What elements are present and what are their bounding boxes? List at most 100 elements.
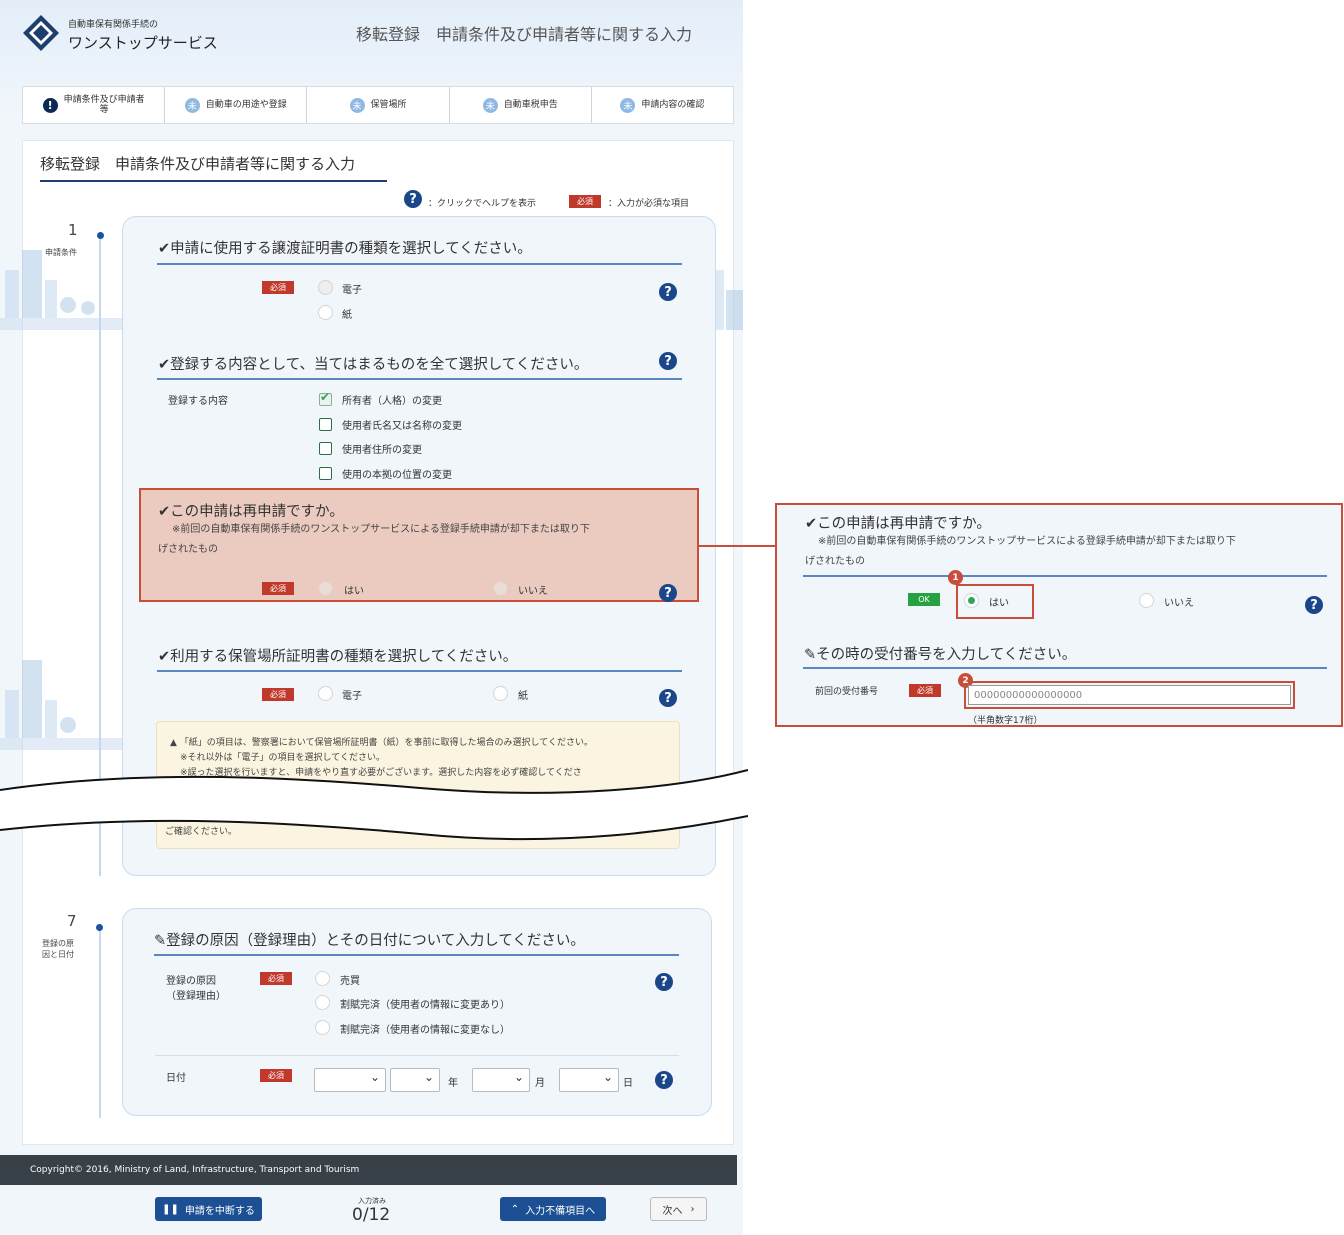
logo-icon — [23, 15, 59, 51]
edit-icon: ✎ — [804, 647, 817, 663]
help-icon[interactable]: ? — [655, 1071, 673, 1089]
required-badge: 必須 — [260, 972, 292, 985]
radio-label: はい — [989, 598, 1009, 609]
question-reapplication: ✔この申請は再申請ですか。 — [158, 504, 344, 520]
day-unit: 日 — [623, 1078, 633, 1089]
required-badge: 必須 — [262, 582, 294, 595]
month-select[interactable] — [472, 1068, 530, 1092]
checkbox-label: 使用者氏名又は名称の変更 — [342, 421, 462, 432]
checkbox-user-address-change[interactable] — [319, 442, 332, 455]
required-badge: 必須 — [260, 1069, 292, 1082]
section-number: 7 — [67, 912, 77, 930]
required-badge: 必須 — [909, 684, 941, 697]
callout-note: げされたもの — [805, 556, 865, 567]
help-icon[interactable]: ? — [655, 973, 673, 991]
previous-receipt-number-input[interactable]: 00000000000000000 — [968, 685, 1291, 705]
required-badge: 必須 — [262, 688, 294, 701]
radio-label: 売買 — [340, 976, 360, 987]
panel-title-underline — [40, 180, 387, 182]
question-underline — [157, 378, 682, 380]
progress-count: 0/12 — [352, 1205, 391, 1225]
section-number: 1 — [68, 221, 78, 239]
callout-question-2: ✎その時の受付番号を入力してください。 — [804, 647, 1077, 663]
question-note: ※前回の自動車保有関係手続のワンストップサービスによる登録手続申請が却下または取… — [172, 524, 590, 535]
copyright: Copyright© 2016, Ministry of Land, Infra… — [30, 1165, 360, 1175]
question-underline — [803, 667, 1327, 669]
radio-paper[interactable] — [318, 305, 333, 320]
logo-text-small: 自動車保有関係手続の — [68, 20, 159, 30]
radio-yes[interactable] — [318, 581, 333, 596]
help-icon[interactable]: ? — [659, 689, 677, 707]
checkbox-owner-change[interactable] — [319, 390, 332, 406]
checkbox-base-location-change[interactable] — [319, 467, 332, 480]
day-select[interactable] — [559, 1068, 619, 1092]
callout-note: ※前回の自動車保有関係手続のワンストップサービスによる登録手続申請が却下または取… — [818, 536, 1236, 547]
year-unit: 年 — [448, 1078, 458, 1089]
next-button[interactable]: 次へ › — [650, 1197, 707, 1221]
ok-badge: OK — [908, 593, 940, 606]
field-label: 登録の原因 — [166, 976, 216, 987]
radio-installment-unchanged[interactable] — [315, 1020, 330, 1035]
timeline-dot — [96, 924, 103, 931]
question-underline — [803, 575, 1327, 577]
radio-no[interactable] — [1139, 593, 1154, 608]
help-icon[interactable]: ? — [659, 584, 677, 602]
step-badge: 未 — [349, 97, 365, 113]
checkbox-user-name-change[interactable] — [319, 418, 332, 431]
radio-sale[interactable] — [315, 971, 330, 986]
field-label: 日付 — [166, 1073, 186, 1084]
checkbox-label: 使用者住所の変更 — [342, 445, 422, 456]
step-confirm[interactable]: 未申請内容の確認 — [592, 87, 733, 123]
chevron-up-icon: ⌃ — [510, 1203, 520, 1215]
header-title: 移転登録 申請条件及び申請者等に関する入力 — [356, 25, 693, 44]
checkbox-label: 所有者（人格）の変更 — [342, 396, 442, 407]
callout-connector — [699, 545, 775, 547]
section-label: 申請条件 — [45, 248, 77, 257]
question-parking-certificate: ✔利用する保管場所証明書の種類を選択してください。 — [158, 649, 518, 665]
callout-question: ✔この申請は再申請ですか。 — [805, 516, 991, 532]
required-badge: 必須 — [262, 281, 294, 294]
legend-help-text: ：クリックでヘルプを表示 — [428, 199, 537, 209]
step-label: 申請条件及び申請者等 — [63, 95, 145, 115]
help-icon[interactable]: ? — [659, 352, 677, 370]
question-certificate-type: ✔申請に使用する譲渡証明書の種類を選択してください。 — [158, 241, 532, 257]
radio-paper[interactable] — [493, 686, 508, 701]
radio-label: 紙 — [342, 310, 352, 321]
step-tax[interactable]: 未自動車税申告 — [450, 87, 592, 123]
help-icon[interactable]: ? — [1305, 596, 1323, 614]
era-select[interactable] — [314, 1068, 386, 1092]
question-registration-content: ✔登録する内容として、当てはまるものを全て選択してください。 — [158, 357, 589, 373]
section-label: 登録の原 因と日付 — [42, 939, 74, 959]
question-registration-reason: ✎登録の原因（登録理由）とその日付について入力してください。 — [154, 933, 585, 949]
step-vehicle-use[interactable]: 未自動車の用途や登録 — [165, 87, 308, 123]
chevron-right-icon: › — [690, 1203, 695, 1215]
timeline-dot — [97, 232, 104, 239]
field-label: 登録する内容 — [168, 396, 228, 407]
step-label: 保管場所 — [370, 100, 407, 110]
help-icon: ? — [404, 190, 422, 208]
field-label: 前回の受付番号 — [815, 687, 879, 697]
radio-label: 電子 — [342, 691, 362, 702]
radio-yes-selected[interactable] — [964, 593, 979, 608]
radio-installment-changed[interactable] — [315, 995, 330, 1010]
month-unit: 月 — [535, 1078, 545, 1089]
year-select[interactable] — [390, 1068, 440, 1092]
radio-electronic[interactable] — [318, 686, 333, 701]
warning-text: ※それ以外は「電子」の項目を選択してください。 — [180, 753, 386, 763]
cityscape-illustration — [0, 660, 130, 750]
suspend-button[interactable]: ❚❚ 申請を中断する — [155, 1197, 262, 1221]
edit-icon: ✎ — [154, 933, 167, 949]
radio-no[interactable] — [493, 581, 508, 596]
radio-electronic[interactable] — [318, 280, 333, 295]
radio-label: 割賦完済（使用者の情報に変更なし） — [340, 1025, 510, 1036]
step-label: 申請内容の確認 — [641, 100, 705, 110]
marker-1: 1 — [948, 570, 963, 585]
missing-items-button[interactable]: ⌃ 入力不備項目へ — [500, 1197, 606, 1221]
help-icon[interactable]: ? — [659, 283, 677, 301]
step-parking[interactable]: 未保管場所 — [307, 87, 450, 123]
footer: Copyright© 2016, Ministry of Land, Infra… — [0, 1155, 737, 1185]
step-applicant[interactable]: ! 申請条件及び申請者等 — [23, 87, 166, 123]
question-underline — [157, 263, 682, 265]
question-underline — [157, 670, 682, 672]
radio-label: 割賦完済（使用者の情報に変更あり） — [340, 1000, 510, 1011]
